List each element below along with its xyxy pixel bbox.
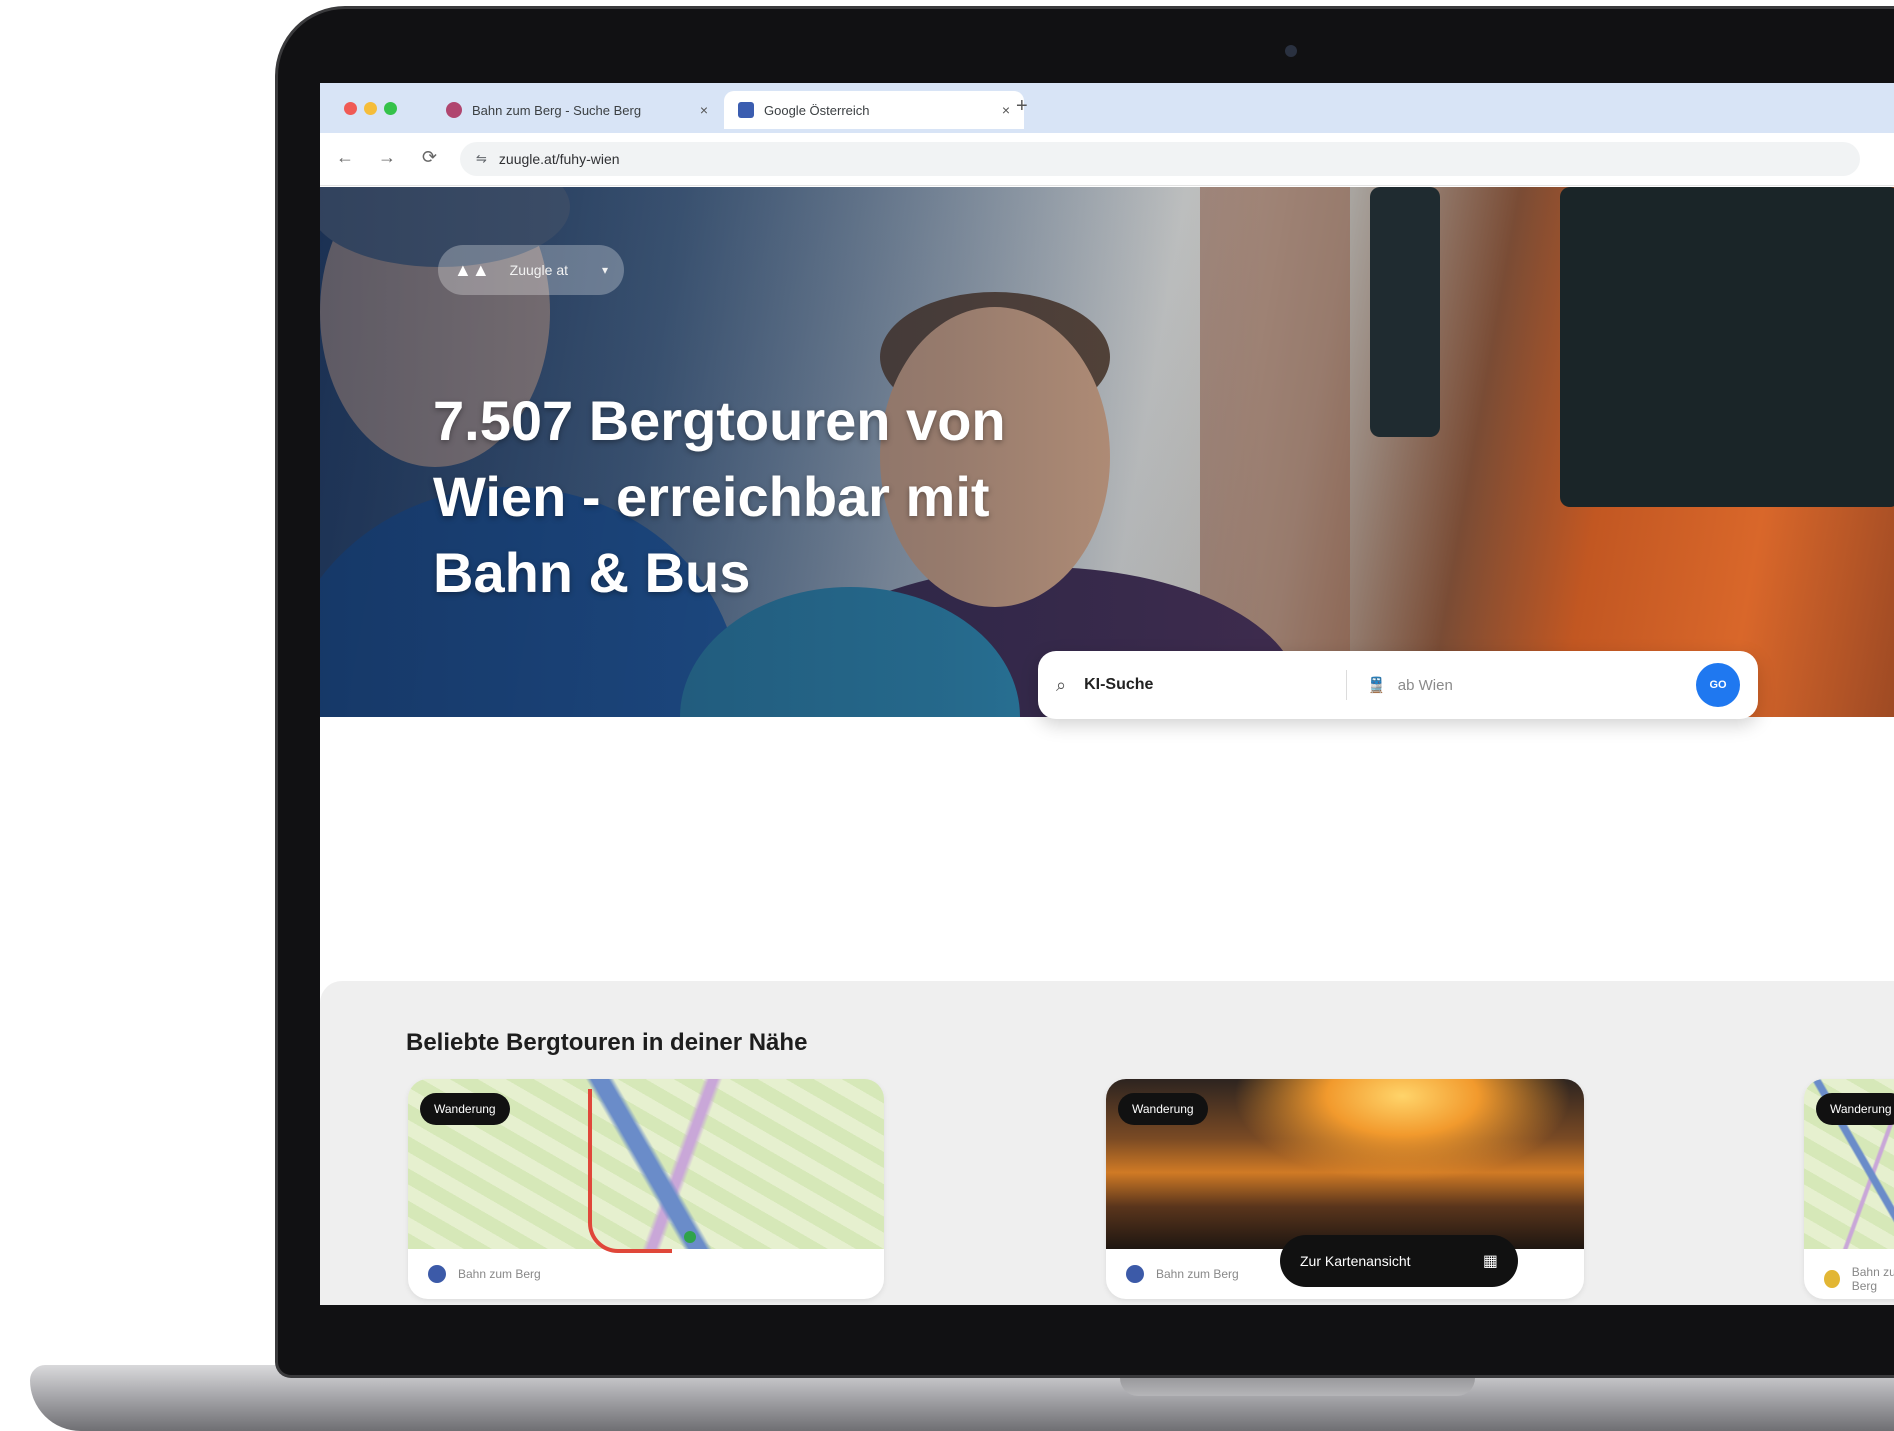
- chevron-down-icon: ▾: [601, 263, 608, 277]
- search-bar: ⌕ KI-Suche 🚆 ab Wien GO: [1038, 651, 1758, 719]
- provider-name: Bahn zum Berg: [1156, 1267, 1239, 1281]
- search-icon: ⌕: [1056, 674, 1067, 695]
- back-icon[interactable]: ←: [336, 147, 354, 168]
- reload-icon[interactable]: ⟳: [422, 147, 437, 168]
- map-icon: ▦: [1482, 1253, 1498, 1270]
- provider-logo-icon: [428, 1265, 446, 1283]
- tour-card[interactable]: Wanderung Bahn zum Berg: [1804, 1079, 1894, 1299]
- site-settings-icon[interactable]: ⇋: [476, 151, 487, 167]
- map-pin-icon: [684, 1231, 696, 1243]
- map-route: [588, 1089, 672, 1253]
- new-tab-button[interactable]: +: [1016, 95, 1028, 118]
- browser-tab-1[interactable]: Bahn zum Berg - Suche Berg ×: [432, 91, 722, 129]
- address-bar[interactable]: ⇋ zuugle.at/fuhy-wien: [460, 142, 1860, 176]
- section-title: Beliebte Bergtouren in deiner Nähe: [406, 1029, 808, 1056]
- laptop-screen: Bahn zum Berg - Suche Berg × Google Öste…: [320, 83, 1894, 1305]
- map-view-button[interactable]: Zur Kartenansicht ▦: [1280, 1235, 1518, 1287]
- tour-type-badge: Wanderung: [1118, 1093, 1208, 1125]
- tab-label: Bahn zum Berg - Suche Berg: [472, 102, 642, 118]
- search-submit-button[interactable]: GO: [1696, 663, 1740, 707]
- provider-name: Bahn zum Berg: [458, 1267, 541, 1281]
- tour-provider: Bahn zum Berg: [1126, 1265, 1239, 1283]
- provider-logo-icon: [1126, 1265, 1144, 1283]
- tour-type-badge: Wanderung: [1816, 1093, 1894, 1125]
- browser-toolbar: ← → ⟳ ⇋ zuugle.at/fuhy-wien: [320, 133, 1894, 186]
- train-icon: 🚆: [1367, 677, 1386, 694]
- browser-tab-2[interactable]: Google Österreich ×: [724, 91, 1024, 129]
- region-label: Zuugle at: [509, 262, 569, 278]
- region-selector[interactable]: ▲▲ Zuugle at ▾: [438, 245, 624, 295]
- tab-close-icon[interactable]: ×: [1002, 102, 1010, 118]
- hero-title: 7.507 Bergtouren von Wien - erreichbar m…: [433, 389, 1006, 604]
- tab-label: Google Österreich: [764, 102, 870, 118]
- map-view-label: Zur Kartenansicht: [1300, 1253, 1411, 1269]
- provider-logo-icon: [1824, 1270, 1840, 1288]
- camera: [1285, 45, 1297, 57]
- popular-tours-section: Beliebte Bergtouren in deiner Nähe Wande…: [320, 981, 1894, 1305]
- close-window-button[interactable]: [344, 102, 357, 115]
- minimize-window-button[interactable]: [364, 102, 377, 115]
- maximize-window-button[interactable]: [384, 102, 397, 115]
- site-favicon-icon: [738, 102, 754, 118]
- search-input[interactable]: KI-Suche: [1084, 676, 1346, 694]
- tour-provider: Bahn zum Berg: [1824, 1265, 1894, 1293]
- address-url: zuugle.at/fuhy-wien: [498, 151, 620, 167]
- provider-name: Bahn zum Berg: [1851, 1265, 1894, 1293]
- tour-type-badge: Wanderung: [420, 1093, 510, 1125]
- hero-banner: ▲▲ Zuugle at ▾ 7.507 Bergtouren von Wien…: [320, 187, 1894, 717]
- site-favicon-icon: [446, 102, 462, 118]
- mountain-icon: ▲▲: [454, 259, 490, 280]
- tour-provider: Bahn zum Berg: [428, 1265, 541, 1283]
- search-divider: [1346, 670, 1348, 700]
- origin-field[interactable]: ab Wien: [1398, 677, 1696, 694]
- tab-close-icon[interactable]: ×: [700, 102, 708, 118]
- forward-icon[interactable]: →: [378, 147, 396, 168]
- browser-tabbar: Bahn zum Berg - Suche Berg × Google Öste…: [320, 83, 1894, 133]
- tour-card[interactable]: Wanderung Bahn zum Berg: [408, 1079, 884, 1299]
